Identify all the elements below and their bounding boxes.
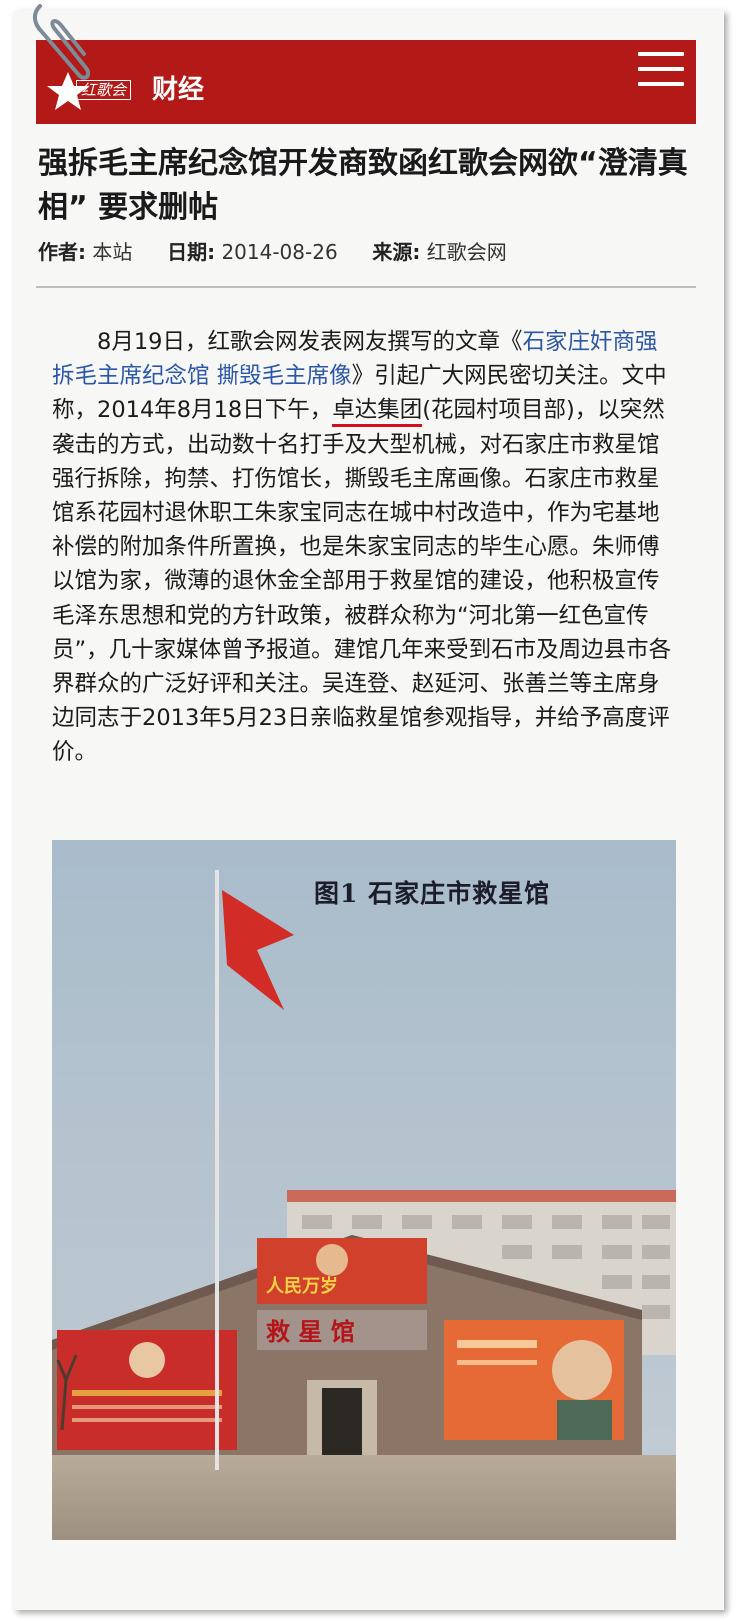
paragraph-text: 8月19日，红歌会网发表网友撰写的文章《 bbox=[52, 329, 523, 355]
source-label: 来源: bbox=[372, 240, 421, 264]
article-title: 强拆毛主席纪念馆开发商致函红歌会网欲“澄清真相” 要求删帖 bbox=[38, 146, 688, 225]
author-label: 作者: bbox=[38, 240, 86, 264]
article-meta: 作者: 本站 日期: 2014-08-26 来源: 红歌会网 bbox=[38, 238, 698, 266]
source-value: 红歌会网 bbox=[426, 240, 507, 264]
menu-icon[interactable] bbox=[638, 52, 684, 92]
article-page: 红歌会 财经 强拆毛主席纪念馆开发商致函红歌会网欲“澄清真相” 要求删帖 作者:… bbox=[14, 10, 724, 1610]
site-header: 红歌会 财经 bbox=[36, 40, 696, 124]
author-value: 本站 bbox=[92, 240, 133, 264]
article-photo: 人民万岁 救 星 馆 图1 石家庄市救星馆 bbox=[52, 840, 676, 1540]
date-label: 日期: bbox=[167, 240, 216, 264]
museum-sign-text: 救 星 馆 bbox=[266, 1317, 355, 1346]
banner-text: 人民万岁 bbox=[266, 1275, 338, 1297]
museum-photo-image: 人民万岁 救 星 馆 bbox=[52, 840, 676, 1540]
figure-caption: 图1 石家庄市救星馆 bbox=[314, 879, 551, 908]
paperclip-icon bbox=[33, 4, 91, 80]
highlighted-company: 卓达集团 bbox=[332, 397, 423, 428]
date-value: 2014-08-26 bbox=[221, 240, 338, 264]
section-title: 财经 bbox=[152, 75, 205, 105]
article-paragraph: 8月19日，红歌会网发表网友撰写的文章《石家庄奸商强拆毛主席纪念馆 撕毁毛主席像… bbox=[52, 325, 676, 770]
paragraph-text: (花园村项目部)，以突然袭击的方式，出动数十名打手及大型机械，对石家庄市救星馆强… bbox=[52, 397, 672, 766]
meta-divider bbox=[36, 286, 696, 288]
